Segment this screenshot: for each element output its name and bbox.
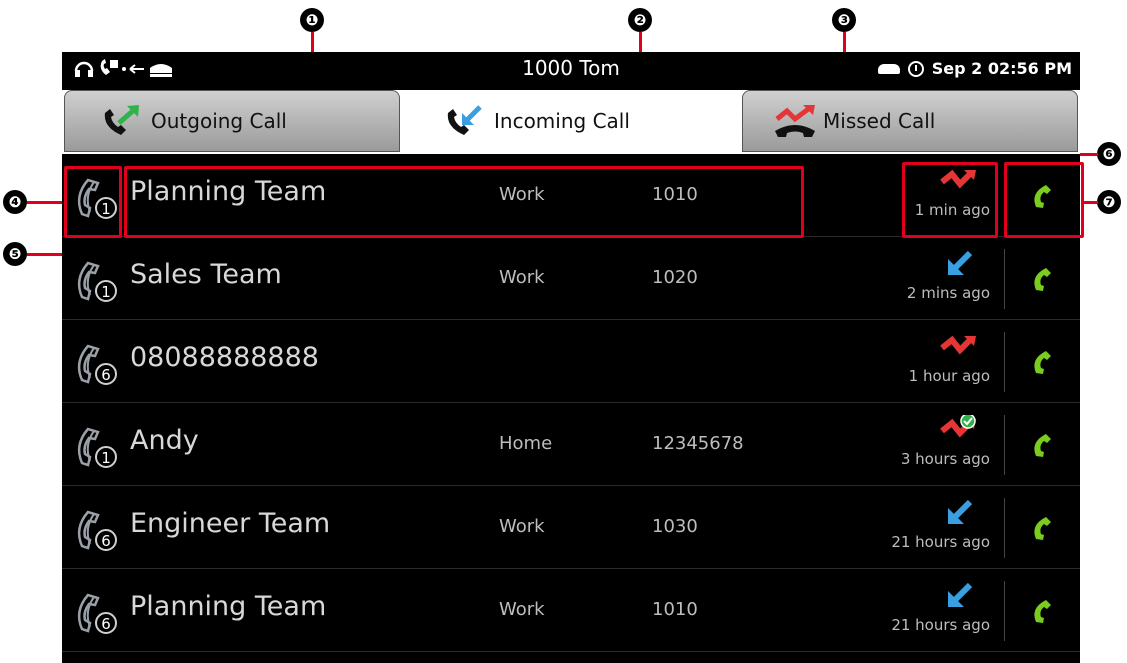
call-back-button[interactable]: [1017, 500, 1073, 556]
svg-text:6: 6: [101, 615, 111, 633]
tab-label: Missed Call: [823, 109, 936, 133]
svg-text:6: 6: [101, 532, 111, 550]
callout-5: ❺: [3, 242, 27, 266]
phone-count-icon: 1: [77, 427, 117, 468]
phone-number: 12345678: [652, 433, 744, 454]
call-time: 21 hours ago: [891, 533, 990, 551]
call-type-highlight: [64, 166, 122, 238]
incoming-call-icon: [447, 105, 482, 135]
row-divider: [1004, 581, 1005, 641]
phone-number: 1020: [652, 267, 698, 288]
tab-label: Incoming Call: [494, 109, 630, 133]
call-time: 3 hours ago: [900, 450, 990, 468]
outgoing-call-icon: [104, 105, 139, 135]
phone-count-icon: 6: [77, 344, 117, 385]
call-log-row[interactable]: 1 Andy Home 12345678 3 hours ago: [62, 403, 1080, 486]
phone-screen: 1000 Tom Sep 2 02:56 PM Outgoing Call In…: [62, 52, 1080, 663]
tab-missed-call[interactable]: Missed Call: [742, 90, 1078, 152]
call-back-button[interactable]: [1017, 417, 1073, 473]
phone-number: 1030: [652, 516, 698, 537]
status-right: Sep 2 02:56 PM: [877, 59, 1072, 78]
call-back-button[interactable]: [1017, 334, 1073, 390]
callout-4: ❹: [3, 190, 27, 214]
contact-info-highlight: [124, 166, 804, 238]
svg-text:1: 1: [101, 449, 111, 467]
call-icon: [1034, 268, 1051, 291]
phone-status-icon: [877, 63, 900, 74]
callout-7-leader: [1084, 201, 1098, 204]
callout-7: ❼: [1097, 190, 1121, 214]
call-time: 2 mins ago: [906, 284, 990, 302]
missed-call-checked-icon: [940, 415, 976, 438]
contact-name: 08088888888: [130, 342, 319, 373]
callout-6: ❻: [1097, 142, 1121, 166]
call-button-highlight: [1004, 162, 1084, 238]
callout-2: ❷: [628, 8, 652, 32]
phone-type: Work: [499, 516, 545, 537]
row-divider: [1004, 332, 1005, 392]
svg-text:1: 1: [101, 283, 111, 301]
phone-count-icon: 6: [77, 593, 117, 634]
call-log-row[interactable]: 6 08088888888 1 hour ago: [62, 320, 1080, 403]
status-time-highlight: [902, 162, 998, 238]
alarm-icon: [907, 60, 924, 77]
callout-1: ❶: [300, 8, 324, 32]
incoming-call-icon: [948, 250, 973, 275]
tab-incoming-call[interactable]: Incoming Call: [408, 90, 738, 152]
tab-label: Outgoing Call: [151, 109, 287, 133]
call-log-row[interactable]: 6 Planning Team Work 1010 21 hours ago: [62, 569, 1080, 652]
status-datetime: Sep 2 02:56 PM: [931, 59, 1072, 78]
contact-name: Andy: [130, 425, 199, 456]
phone-number: 1010: [652, 599, 698, 620]
incoming-call-icon: [948, 582, 973, 607]
row-divider: [1004, 415, 1005, 475]
status-bar: 1000 Tom Sep 2 02:56 PM: [62, 52, 1080, 86]
phone-type: Work: [499, 267, 545, 288]
call-log-tabs: Outgoing Call Incoming Call Missed Call: [62, 90, 1080, 154]
call-time: 1 hour ago: [908, 367, 990, 385]
phone-type: Home: [499, 433, 553, 454]
call-icon: [1034, 434, 1051, 457]
phone-count-icon: 1: [77, 261, 117, 302]
call-icon: [1034, 517, 1051, 540]
call-icon: [1034, 351, 1051, 374]
call-icon: [1034, 600, 1051, 623]
call-time: 21 hours ago: [891, 616, 990, 634]
phone-type: Work: [499, 599, 545, 620]
tab-outgoing-call[interactable]: Outgoing Call: [64, 90, 400, 152]
incoming-call-icon: [948, 499, 973, 524]
row-divider: [1004, 498, 1005, 558]
call-log-row[interactable]: 1 Sales Team Work 1020 2 mins ago: [62, 237, 1080, 320]
call-back-button[interactable]: [1017, 583, 1073, 639]
row-divider: [1004, 249, 1005, 309]
contact-name: Planning Team: [130, 591, 327, 622]
call-log-row[interactable]: 6 Engineer Team Work 1030 21 hours ago: [62, 486, 1080, 569]
missed-call-icon: [940, 335, 976, 355]
contact-name: Sales Team: [130, 259, 282, 290]
svg-text:6: 6: [101, 366, 111, 384]
callout-4-leader: [27, 201, 63, 204]
call-back-button[interactable]: [1017, 251, 1073, 307]
missed-call-icon: [775, 105, 815, 137]
callout-3: ❸: [832, 8, 856, 32]
contact-name: Engineer Team: [130, 508, 331, 539]
phone-count-icon: 6: [77, 510, 117, 551]
